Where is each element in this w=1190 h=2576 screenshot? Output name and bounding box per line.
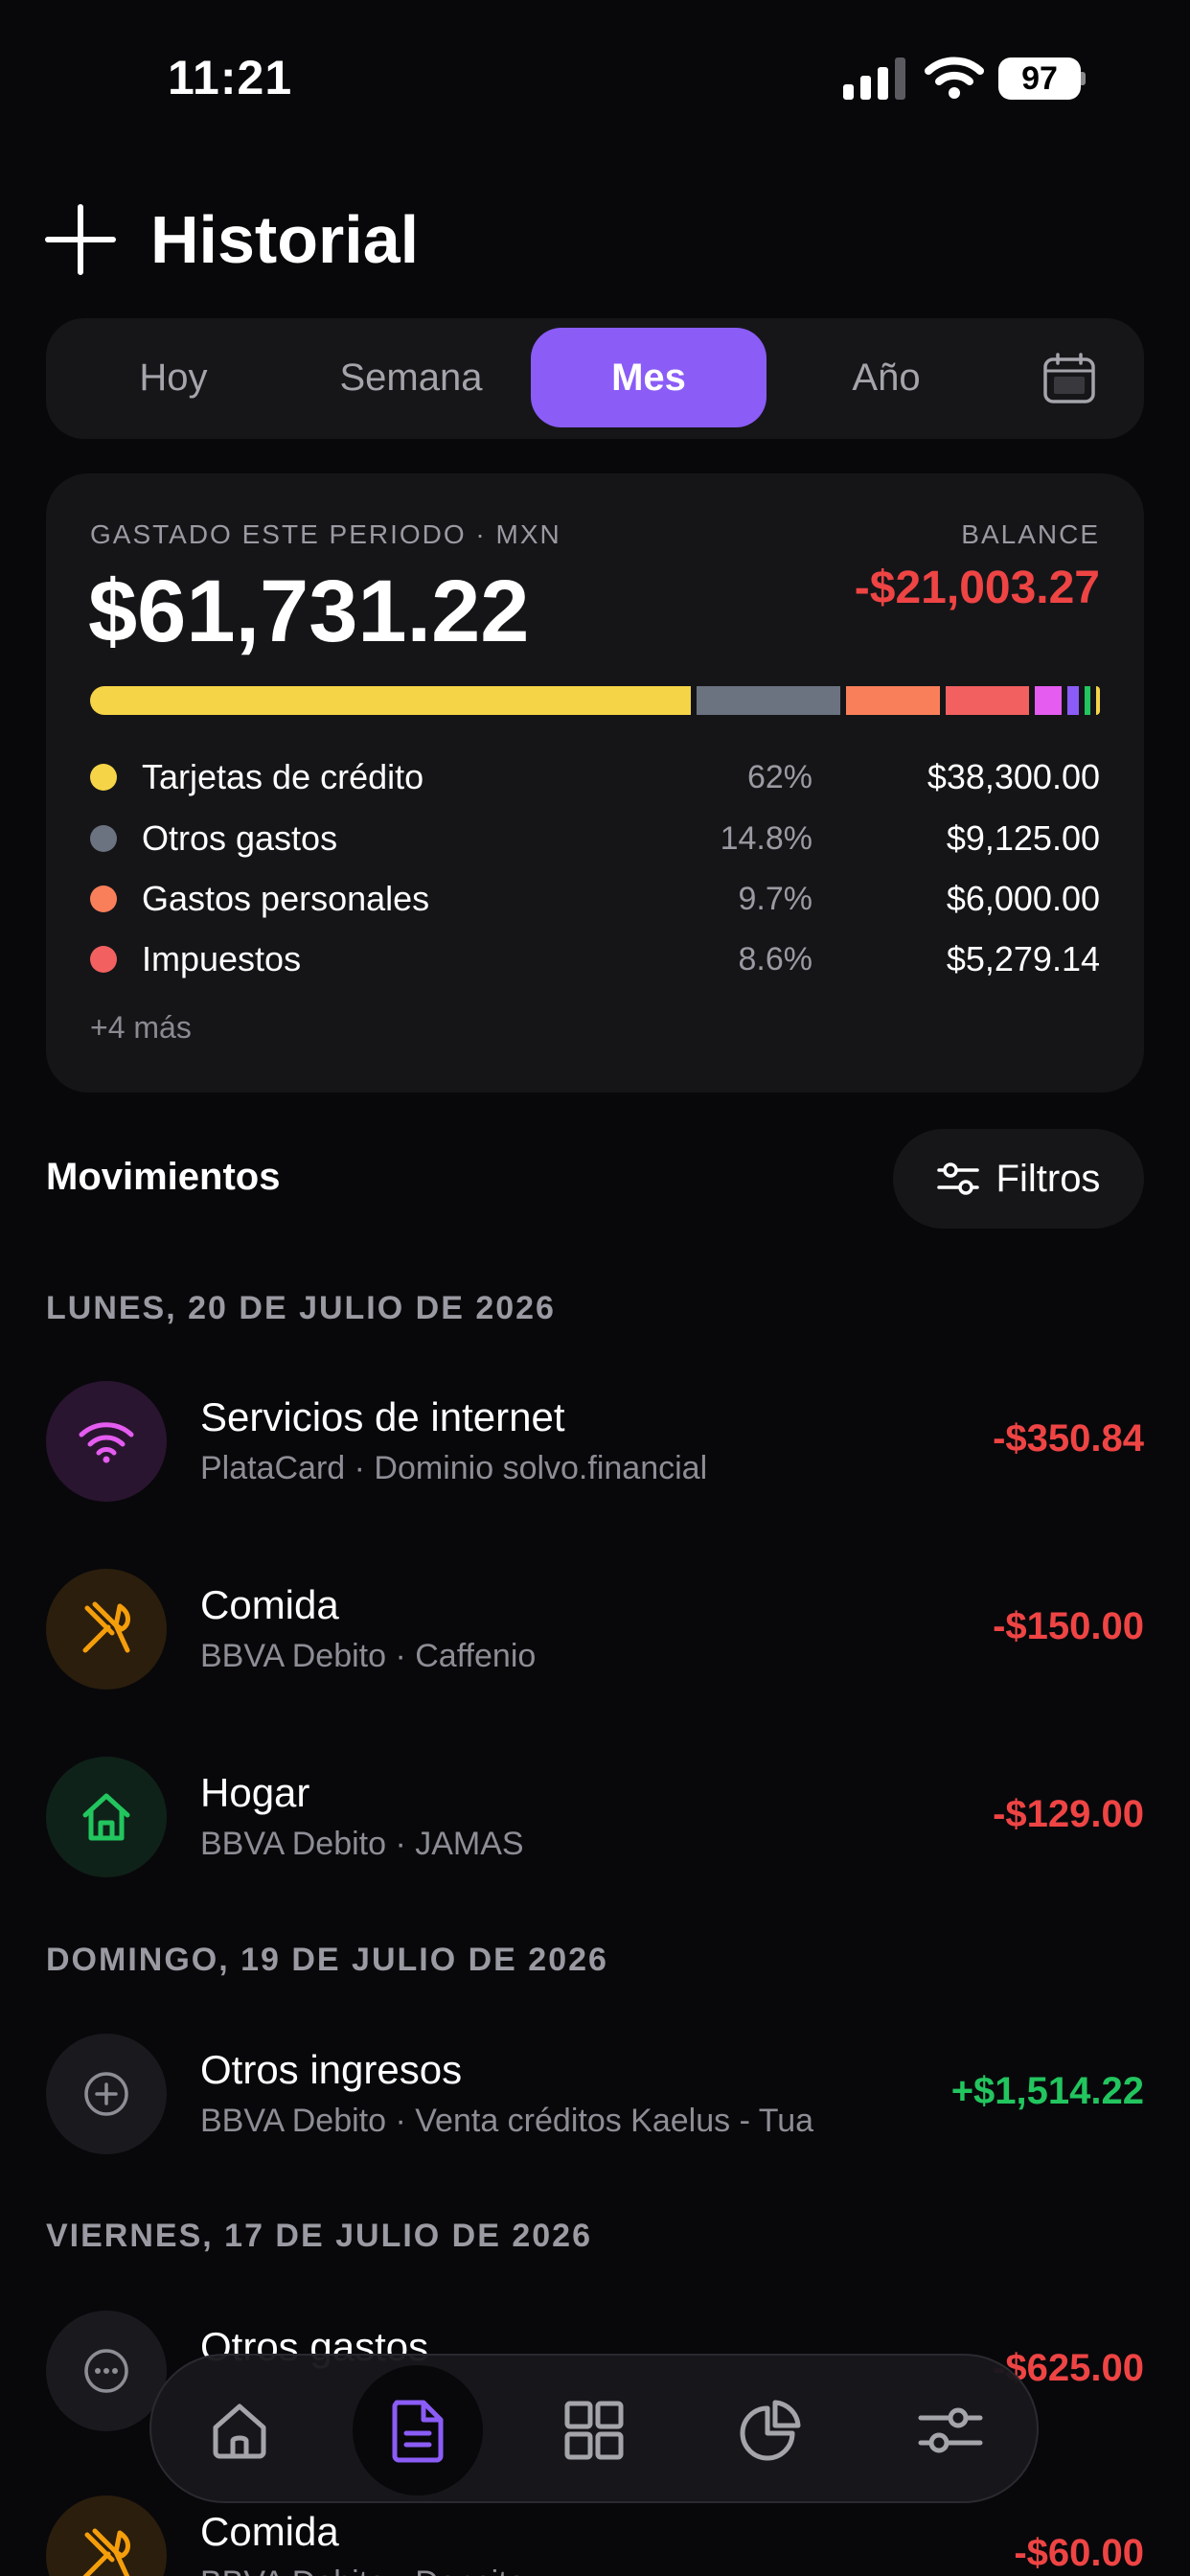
- transaction-subtitle: BBVA Debito · Densito: [200, 2564, 526, 2576]
- transaction-amount: -$129.00: [993, 1793, 1144, 1835]
- segment-hoy[interactable]: Hoy: [56, 328, 291, 427]
- segment-mes[interactable]: Mes: [531, 328, 767, 427]
- nav-home[interactable]: [182, 2373, 297, 2488]
- transaction-row[interactable]: Comida BBVA Debito · Caffenio -$150.00: [46, 1569, 1144, 1691]
- transaction-amount: -$150.00: [993, 1605, 1144, 1647]
- spend-bar-segment: [697, 686, 840, 715]
- spend-bar-segment: [90, 686, 691, 715]
- transaction-icon: [46, 2034, 167, 2154]
- transaction-subtitle: BBVA Debito · Venta créditos Kaelus - Tu…: [200, 2103, 814, 2139]
- movements-title: Movimientos: [46, 1156, 281, 1198]
- transaction-subtitle: BBVA Debito · Caffenio: [200, 1638, 537, 1674]
- category-percent: 9.7%: [738, 880, 813, 917]
- transaction-row[interactable]: Comida BBVA Debito · Densito -$60.00: [46, 2496, 1144, 2576]
- wifi-icon: [925, 57, 984, 99]
- category-row[interactable]: Impuestos 8.6% $5,279.14: [90, 935, 1100, 983]
- category-percent: 8.6%: [738, 940, 813, 978]
- nav-categories[interactable]: [537, 2373, 652, 2488]
- transaction-icon: [46, 2496, 167, 2576]
- utensils-icon: [82, 1601, 130, 1653]
- category-dot: [90, 946, 117, 973]
- transaction-title: Hogar: [200, 1770, 310, 1815]
- transaction-icon: [46, 1569, 167, 1690]
- category-dot: [90, 764, 117, 791]
- transaction-row[interactable]: Hogar BBVA Debito · JAMAS -$129.00: [46, 1757, 1144, 1879]
- battery-indicator: 97: [998, 58, 1081, 100]
- grid-icon: [564, 2401, 624, 2460]
- spend-breakdown-bar: [90, 686, 1100, 715]
- category-amount: $38,300.00: [927, 757, 1100, 796]
- balance-value: -$21,003.27: [854, 563, 1100, 613]
- filters-button[interactable]: Filtros: [893, 1129, 1144, 1229]
- balance-label: BALANCE: [961, 519, 1100, 549]
- transaction-title: Comida: [200, 1582, 339, 1627]
- transaction-amount: +$1,514.22: [950, 2070, 1144, 2112]
- document-icon: [392, 2400, 444, 2463]
- nav-settings[interactable]: [893, 2373, 1008, 2488]
- transaction-row[interactable]: Otros ingresos BBVA Debito · Venta crédi…: [46, 2034, 1144, 2156]
- transaction-subtitle: PlataCard · Dominio solvo.financial: [200, 1450, 708, 1486]
- more-categories-link[interactable]: +4 más: [90, 1010, 192, 1046]
- home-icon: [213, 2404, 266, 2459]
- calendar-icon[interactable]: [1042, 353, 1096, 404]
- utensils-icon: [82, 2528, 130, 2576]
- nav-reports[interactable]: [713, 2373, 828, 2488]
- spent-amount: $61,731.22: [88, 563, 530, 660]
- category-amount: $5,279.14: [946, 939, 1100, 978]
- plus-circle-icon: [84, 2072, 128, 2116]
- spending-summary-card: GASTADO ESTE PERIODO · MXN $61,731.22 BA…: [46, 473, 1144, 1092]
- category-name: Impuestos: [142, 939, 302, 978]
- home-icon: [82, 1793, 130, 1841]
- spend-bar-segment: [1085, 686, 1090, 715]
- transaction-icon: [46, 2311, 167, 2431]
- category-dot: [90, 825, 117, 852]
- transaction-title: Servicios de internet: [200, 1394, 565, 1439]
- transaction-row[interactable]: Servicios de internet PlataCard · Domini…: [46, 1381, 1144, 1504]
- spend-bar-segment: [1096, 686, 1100, 715]
- status-time: 11:21: [168, 51, 293, 104]
- category-amount: $6,000.00: [946, 879, 1100, 918]
- category-percent: 14.8%: [720, 819, 812, 857]
- nav-history[interactable]: [353, 2365, 483, 2496]
- date-header: VIERNES, 17 DE JULIO DE 2026: [46, 2218, 592, 2254]
- category-percent: 62%: [746, 758, 812, 795]
- page-title: Historial: [150, 202, 420, 277]
- pie-chart-icon: [740, 2400, 801, 2461]
- category-name: Otros gastos: [142, 818, 338, 858]
- category-name: Gastos personales: [142, 879, 430, 918]
- date-header: DOMINGO, 19 DE JULIO DE 2026: [46, 1942, 608, 1978]
- transaction-subtitle: BBVA Debito · JAMAS: [200, 1826, 524, 1862]
- category-dot: [90, 886, 117, 912]
- signal-icon: [843, 58, 905, 100]
- battery-cap: [1081, 72, 1086, 85]
- spend-bar-segment: [1067, 686, 1079, 715]
- spend-bar-segment: [846, 686, 940, 715]
- transaction-title: Otros ingresos: [200, 2047, 463, 2092]
- category-row[interactable]: Tarjetas de crédito 62% $38,300.00: [90, 753, 1100, 801]
- category-name: Tarjetas de crédito: [142, 757, 424, 796]
- sliders-icon: [918, 2407, 983, 2453]
- bottom-navigation: [149, 2354, 1039, 2503]
- spend-bar-segment: [946, 686, 1029, 715]
- sliders-icon: [936, 1162, 979, 1195]
- transaction-title: Comida: [200, 2509, 339, 2554]
- transaction-icon: [46, 1757, 167, 1877]
- transaction-icon: [46, 1381, 167, 1502]
- add-icon[interactable]: [44, 203, 117, 276]
- filters-label: Filtros: [995, 1157, 1101, 1200]
- category-row[interactable]: Otros gastos 14.8% $9,125.00: [90, 815, 1100, 862]
- wifi-icon: [79, 1422, 134, 1463]
- period-label: GASTADO ESTE PERIODO · MXN: [90, 519, 561, 549]
- spend-bar-segment: [1035, 686, 1062, 715]
- category-amount: $9,125.00: [946, 818, 1100, 858]
- transaction-amount: -$350.84: [993, 1417, 1144, 1460]
- date-header: LUNES, 20 DE JULIO DE 2026: [46, 1290, 556, 1326]
- period-segmented-control: Hoy Semana Mes Año: [46, 318, 1144, 439]
- more-circle-icon: [84, 2349, 128, 2393]
- transaction-amount: -$60.00: [1014, 2532, 1144, 2574]
- category-row[interactable]: Gastos personales 9.7% $6,000.00: [90, 875, 1100, 923]
- segment-ano[interactable]: Año: [768, 328, 1004, 427]
- segment-semana[interactable]: Semana: [293, 328, 529, 427]
